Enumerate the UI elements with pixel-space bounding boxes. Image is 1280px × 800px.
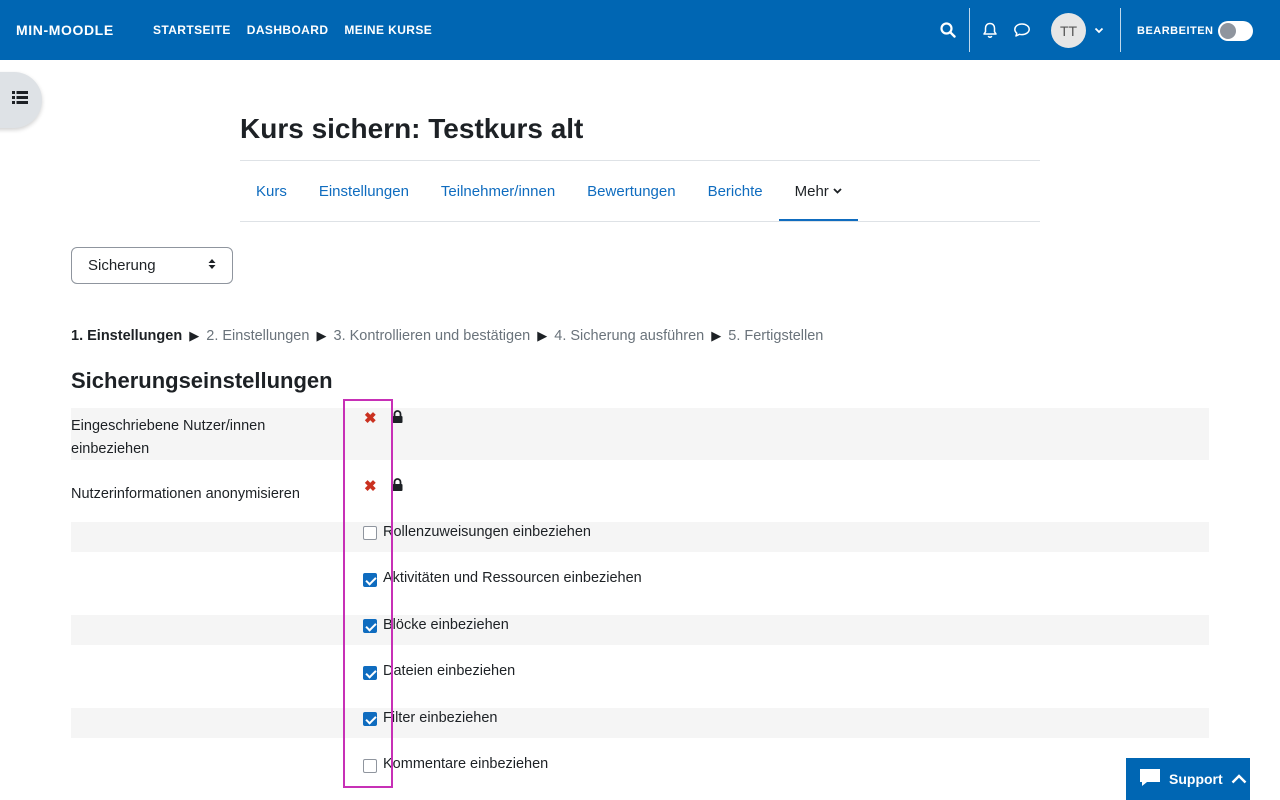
primary-navigation: STARTSEITE DASHBOARD MEINE KURSE — [153, 23, 432, 37]
backup-progress: 1. Einstellungen ▶ 2. Einstellungen ▶ 3.… — [71, 328, 823, 344]
arrow-right-icon: ▶ — [711, 328, 722, 343]
arrow-right-icon: ▶ — [189, 328, 200, 343]
arrow-right-icon: ▶ — [316, 328, 327, 343]
nav-link-meine-kurse[interactable]: MEINE KURSE — [344, 23, 432, 37]
divider — [240, 221, 1040, 222]
section-title: Sicherungseinstellungen — [71, 368, 333, 393]
checkbox-label[interactable]: Aktivitäten und Ressourcen einbeziehen — [383, 570, 642, 586]
user-avatar[interactable]: TT — [1051, 13, 1086, 48]
edit-mode-toggle[interactable] — [1218, 21, 1253, 41]
tab-mehr-label: Mehr — [794, 182, 829, 200]
chevron-down-icon — [833, 188, 842, 194]
course-index-drawer-button[interactable] — [0, 72, 42, 128]
support-label: Support — [1169, 771, 1223, 787]
secondary-navigation: Kurs Einstellungen Teilnehmer/innen Bewe… — [240, 161, 858, 222]
setting-label-users: Eingeschriebene Nutzer/innen einbeziehen — [71, 418, 266, 457]
tab-bewertungen[interactable]: Bewertungen — [571, 161, 691, 221]
site-brand[interactable]: MIN-MOODLE — [16, 22, 114, 38]
setting-row — [71, 615, 1209, 645]
tab-mehr[interactable]: Mehr — [778, 161, 858, 222]
list-icon — [12, 91, 28, 109]
select-arrows-icon — [208, 257, 216, 274]
progress-step: 5. Fertigstellen — [728, 328, 824, 344]
navbar-divider — [969, 8, 970, 52]
setting-row — [71, 522, 1209, 552]
search-icon[interactable] — [938, 20, 958, 40]
bell-icon[interactable] — [980, 20, 1000, 40]
navbar: MIN-MOODLE STARTSEITE DASHBOARD MEINE KU… — [0, 0, 1280, 60]
select-value: Sicherung — [88, 257, 156, 274]
arrow-right-icon: ▶ — [537, 328, 548, 343]
progress-step: 2. Einstellungen — [206, 328, 310, 344]
progress-step: 3. Kontrollieren und bestätigen — [333, 328, 531, 344]
edit-mode-label: BEARBEITEN — [1137, 25, 1214, 37]
tab-kurs[interactable]: Kurs — [240, 161, 303, 221]
progress-step: 4. Sicherung ausführen — [554, 328, 705, 344]
setting-row — [71, 708, 1209, 738]
chat-icon[interactable] — [1012, 20, 1032, 40]
chevron-up-icon — [1231, 771, 1247, 787]
tab-berichte[interactable]: Berichte — [692, 161, 779, 221]
tab-einstellungen[interactable]: Einstellungen — [303, 161, 425, 221]
support-button[interactable]: Support — [1126, 758, 1250, 800]
backup-action-select[interactable]: Sicherung — [71, 247, 233, 284]
chat-bubble-icon — [1139, 768, 1161, 791]
checkbox-label[interactable]: Blöcke einbeziehen — [383, 617, 509, 633]
navbar-divider — [1120, 8, 1121, 52]
checkbox-label[interactable]: Rollenzuweisungen einbeziehen — [383, 524, 591, 540]
lock-icon — [392, 410, 403, 428]
chevron-down-icon[interactable] — [1089, 20, 1109, 40]
nav-link-startseite[interactable]: STARTSEITE — [153, 23, 231, 37]
highlight-box — [343, 399, 393, 788]
page-title: Kurs sichern: Testkurs alt — [240, 113, 584, 144]
progress-step-current: 1. Einstellungen — [71, 328, 183, 344]
checkbox-label[interactable]: Kommentare einbeziehen — [383, 756, 548, 772]
lock-icon — [392, 478, 403, 496]
nav-link-dashboard[interactable]: DASHBOARD — [247, 23, 329, 37]
tab-teilnehmer[interactable]: Teilnehmer/innen — [425, 161, 571, 221]
checkbox-label[interactable]: Filter einbeziehen — [383, 710, 497, 726]
checkbox-label[interactable]: Dateien einbeziehen — [383, 663, 515, 679]
setting-label-anonymize: Nutzerinformationen anonymisieren — [71, 486, 300, 502]
